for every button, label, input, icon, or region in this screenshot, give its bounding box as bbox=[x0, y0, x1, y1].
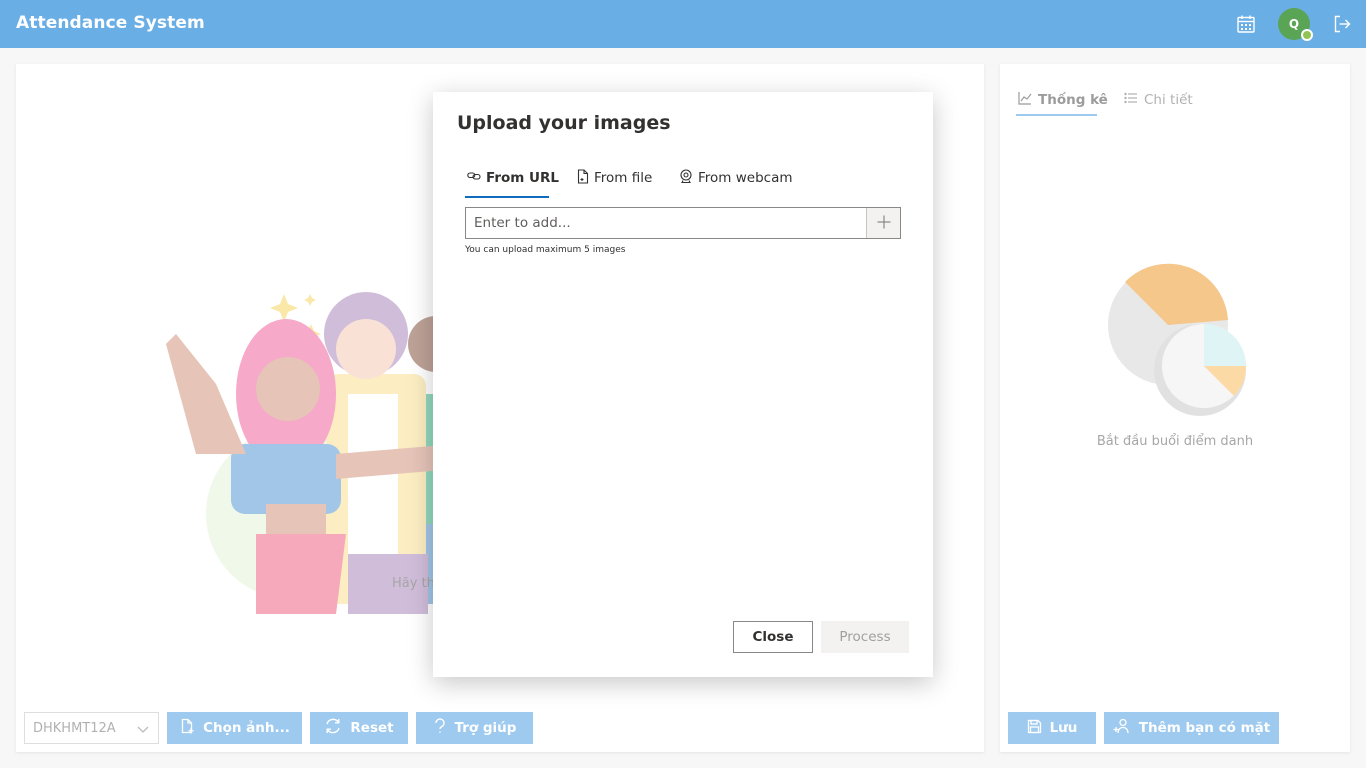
upload-limit-note: You can upload maximum 5 images bbox=[465, 245, 626, 255]
close-button[interactable]: Close bbox=[733, 621, 813, 653]
calendar-icon[interactable] bbox=[1234, 12, 1258, 36]
avatar-initial: Q bbox=[1288, 17, 1300, 31]
tab-from-file[interactable]: From file bbox=[577, 166, 652, 190]
app-title: Attendance System bbox=[16, 13, 205, 33]
top-bar: Attendance System Q bbox=[0, 0, 1366, 48]
webcam-icon bbox=[679, 169, 693, 187]
tab-from-url[interactable]: From URL bbox=[467, 166, 559, 190]
tab-from-webcam[interactable]: From webcam bbox=[679, 166, 793, 190]
active-tab-indicator bbox=[465, 196, 549, 198]
tab-from-file-label: From file bbox=[594, 170, 653, 186]
url-input[interactable] bbox=[466, 208, 866, 238]
url-input-group bbox=[465, 207, 901, 239]
add-url-button[interactable] bbox=[866, 208, 900, 238]
dialog-title: Upload your images bbox=[457, 112, 671, 134]
tab-from-url-label: From URL bbox=[486, 170, 560, 186]
sign-out-icon[interactable] bbox=[1330, 12, 1354, 36]
link-icon bbox=[467, 170, 481, 186]
tab-from-webcam-label: From webcam bbox=[698, 170, 793, 186]
upload-dialog: Upload your images From URL From file Fr… bbox=[433, 92, 933, 677]
file-icon bbox=[577, 168, 589, 188]
process-button[interactable]: Process bbox=[821, 621, 909, 653]
avatar[interactable]: Q bbox=[1278, 8, 1313, 41]
online-status-dot bbox=[1301, 29, 1313, 41]
plus-icon bbox=[877, 214, 891, 233]
